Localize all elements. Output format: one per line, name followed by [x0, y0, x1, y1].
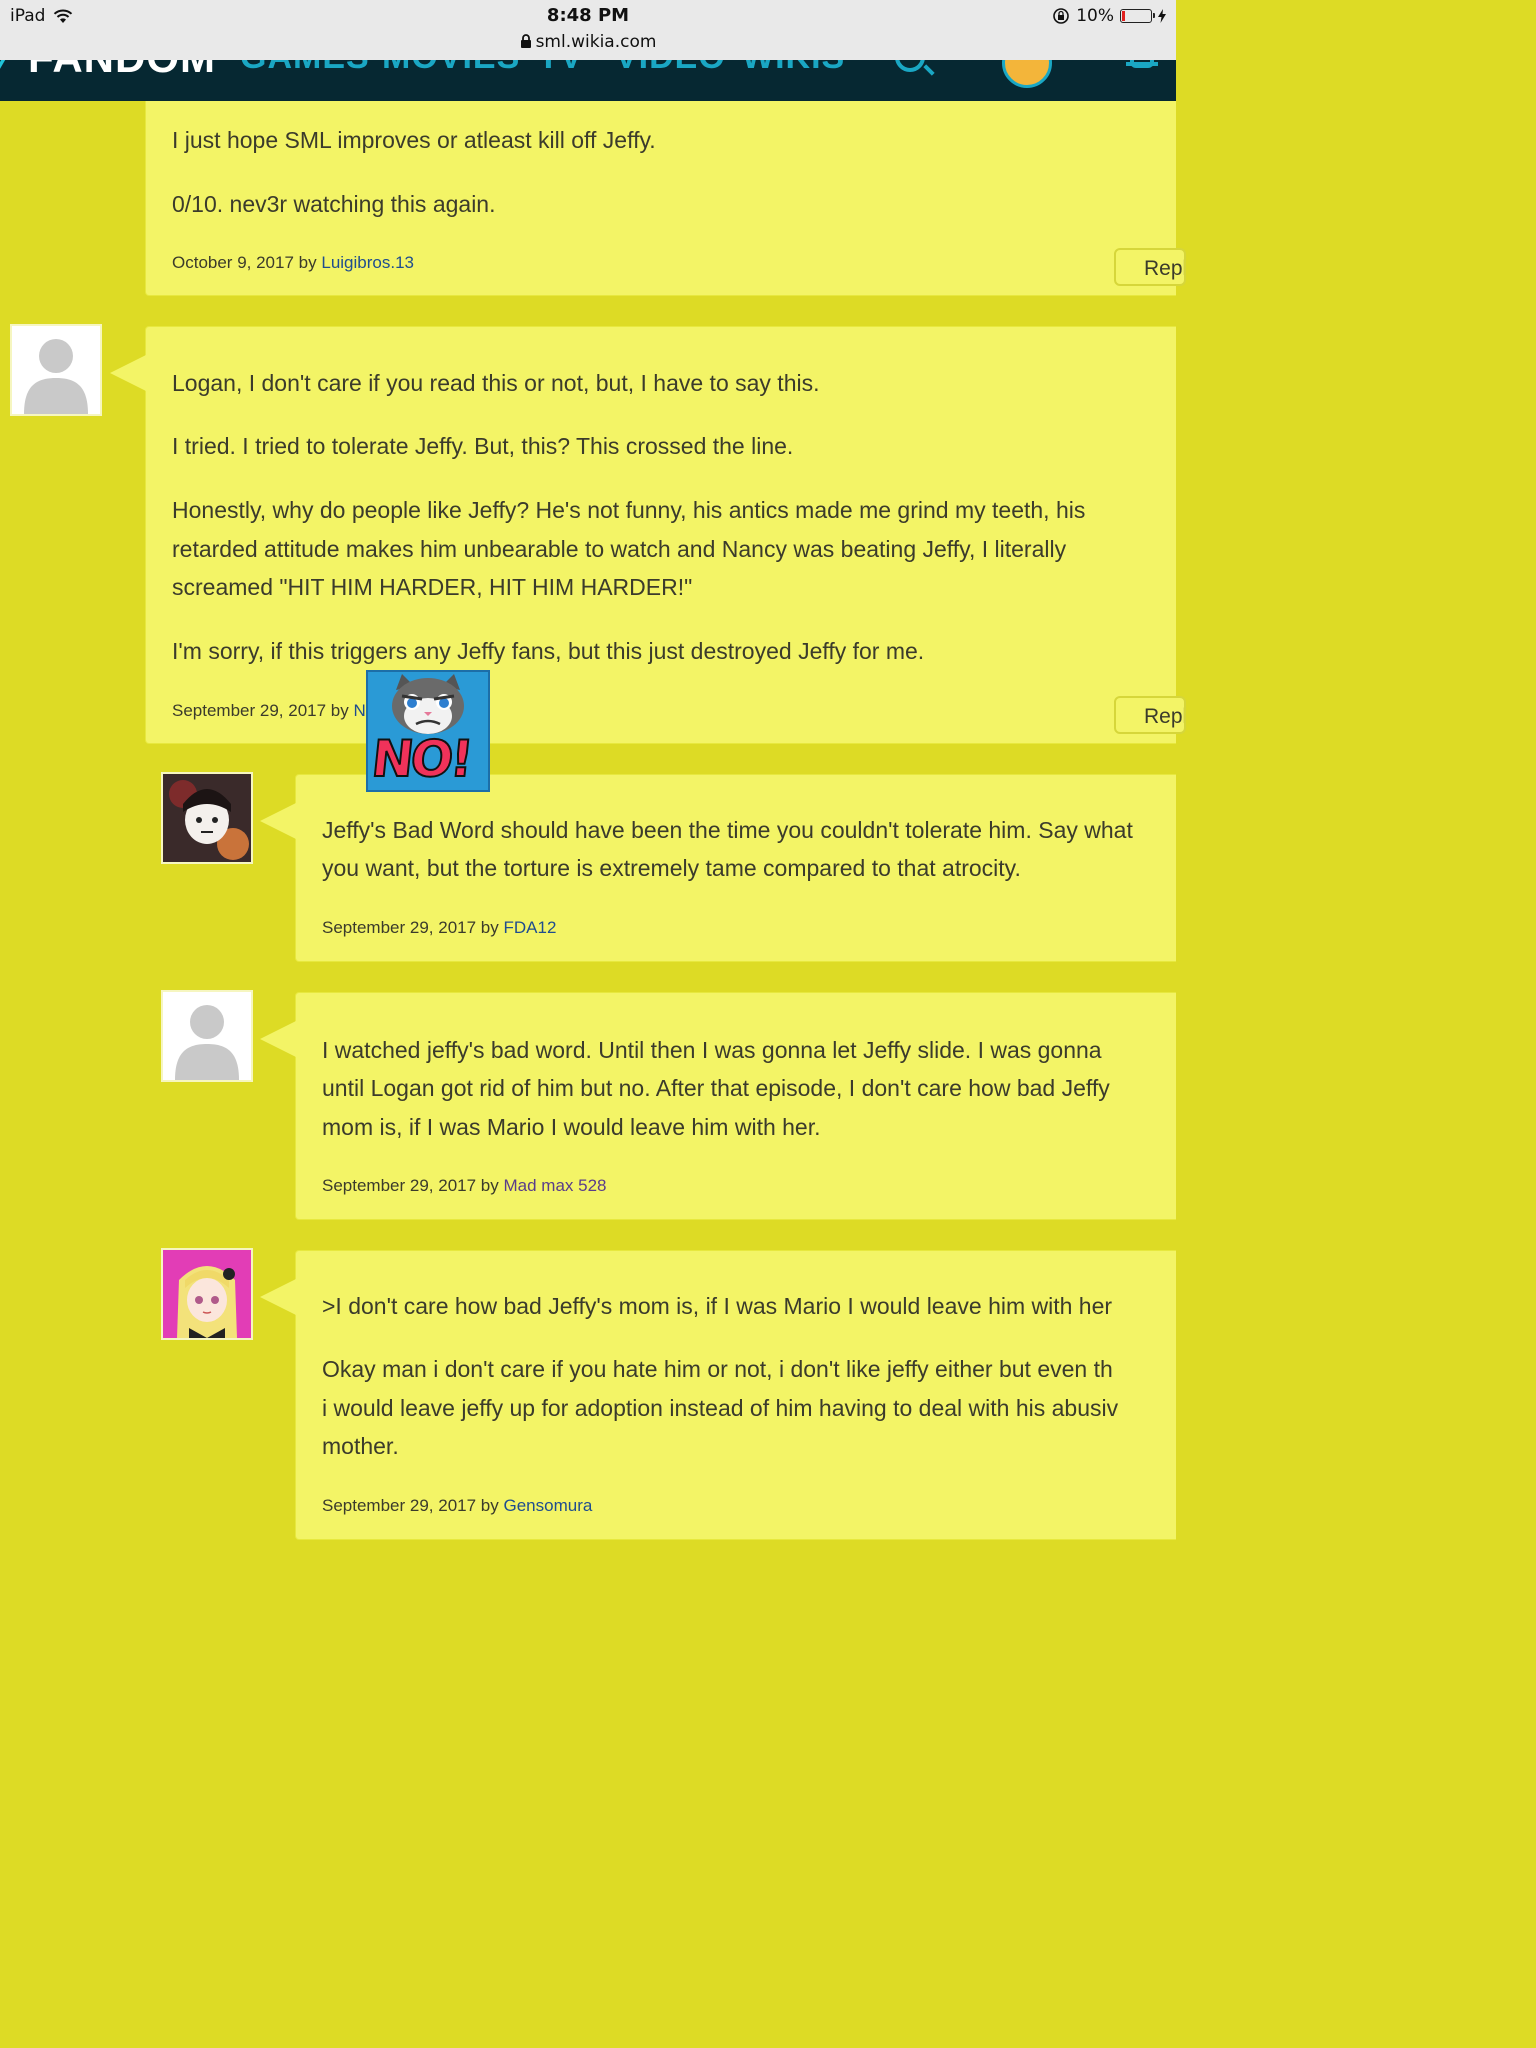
comment-date: October 9, 2017: [172, 253, 294, 272]
comment-paragraph: mom is, if I was Mario I would leave him…: [322, 1114, 821, 1140]
comment-paragraph: Honestly, why do people like Jeffy? He's…: [172, 497, 1086, 523]
speech-arrow: [260, 1021, 296, 1057]
comment-paragraph: >I don't care how bad Jeffy's mom is, if…: [322, 1293, 1113, 1319]
comment-paragraph: Logan, I don't care if you read this or …: [172, 370, 820, 396]
comment-paragraph: i would leave jeffy up for adoption inst…: [322, 1395, 1119, 1421]
default-avatar-icon: [163, 992, 251, 1080]
comment-date: September 29, 2017: [322, 1496, 477, 1515]
anime-avatar-icon: [163, 774, 251, 862]
comment-card: Logan, I don't care if you read this or …: [110, 326, 1186, 744]
comment-card: I just hope SML improves or atleast kill…: [145, 90, 1186, 296]
comment-card: I watched jeffy's bad word. Until then I…: [260, 992, 1176, 1220]
comment-paragraph: I just hope SML improves or atleast kill…: [172, 127, 656, 153]
fandom-logo[interactable]: FANDOM: [28, 60, 216, 82]
no-sticker-text: NO!: [368, 729, 474, 789]
avatar[interactable]: [161, 1248, 253, 1340]
user-avatar[interactable]: [1002, 60, 1052, 88]
fandom-logo-mark-icon: [0, 60, 25, 74]
comment-meta: September 29, 2017 by N: [172, 701, 366, 721]
nav-games[interactable]: GAMES: [240, 60, 370, 77]
comment-paragraph: retarded attitude makes him unbearable t…: [172, 536, 1067, 562]
by-label: by: [330, 701, 349, 720]
status-right: 10%: [1052, 6, 1166, 26]
comment-paragraph: I'm sorry, if this triggers any Jeffy fa…: [172, 638, 925, 664]
comment-card: Jeffy's Bad Word should have been the ti…: [260, 774, 1176, 962]
fandom-header: FANDOM GAMES MOVIES TV VIDEO WIKIS: [0, 60, 1176, 101]
comment-meta: September 29, 2017 by FDA12: [322, 918, 556, 938]
search-icon[interactable]: [895, 60, 925, 72]
speech-arrow: [260, 803, 296, 839]
anime-girl-avatar-icon: [163, 1250, 251, 1338]
comment-paragraph: until Logan got rid of him but no. After…: [322, 1075, 1110, 1101]
by-label: by: [480, 1176, 499, 1195]
speech-arrow: [260, 1279, 296, 1315]
by-label: by: [480, 918, 499, 937]
nav-tv[interactable]: TV: [538, 60, 583, 77]
comment-author-link[interactable]: Luigibros.13: [321, 253, 414, 272]
comment-paragraph: 0/10. nev3r watching this again.: [172, 191, 496, 217]
avatar[interactable]: [161, 772, 253, 864]
orientation-lock-icon: [1053, 8, 1070, 24]
by-label: by: [480, 1496, 499, 1515]
by-label: by: [298, 253, 317, 272]
battery-percent: 10%: [1076, 6, 1114, 26]
status-bar: iPad 8:48 PM sml.wikia.com 10%: [0, 0, 1176, 60]
status-time: 8:48 PM: [546, 5, 630, 26]
nav-video[interactable]: VIDEO: [615, 60, 726, 77]
avatar[interactable]: [10, 324, 102, 416]
reply-button[interactable]: Reply: [1114, 248, 1186, 286]
address-bar[interactable]: sml.wikia.com: [0, 32, 1176, 52]
comment-paragraph: screamed "HIT HIM HARDER, HIT HIM HARDER…: [172, 574, 693, 600]
comment-meta: September 29, 2017 by Gensomura: [322, 1496, 592, 1516]
nav-movies[interactable]: MOVIES: [382, 60, 520, 77]
url-text: sml.wikia.com: [535, 32, 657, 52]
comment-meta: October 9, 2017 by Luigibros.13: [172, 253, 414, 273]
comment-paragraph: Okay man i don't care if you hate him or…: [322, 1356, 1113, 1382]
charging-icon: [1158, 9, 1166, 23]
comment-paragraph: I tried. I tried to tolerate Jeffy. But,…: [172, 433, 794, 459]
speech-arrow: [110, 355, 146, 391]
comment-date: September 29, 2017: [322, 918, 477, 937]
comment-author-link[interactable]: FDA12: [504, 918, 557, 937]
comment-paragraph: Jeffy's Bad Word should have been the ti…: [322, 817, 1133, 843]
battery-icon: [1120, 9, 1155, 23]
comment-date: September 29, 2017: [322, 1176, 477, 1195]
comment-paragraph: you want, but the torture is extremely t…: [322, 855, 1021, 881]
comment-paragraph: I watched jeffy's bad word. Until then I…: [322, 1037, 1102, 1063]
notifications-bell-icon[interactable]: [1126, 60, 1158, 68]
comment-meta: September 29, 2017 by Mad max 528: [322, 1176, 607, 1196]
comment-author-link[interactable]: Mad max 528: [504, 1176, 607, 1195]
lock-icon: [520, 34, 531, 48]
comment-author-link[interactable]: N: [354, 701, 366, 720]
avatar[interactable]: [161, 990, 253, 1082]
default-avatar-icon: [12, 326, 100, 414]
comment-card: >I don't care how bad Jeffy's mom is, if…: [260, 1250, 1176, 1540]
reply-button[interactable]: Reply: [1114, 696, 1186, 734]
comment-date: September 29, 2017: [172, 701, 327, 720]
comment-author-link[interactable]: Gensomura: [504, 1496, 593, 1515]
nav-wikis[interactable]: WIKIS: [742, 60, 845, 77]
grumpy-cat-no-sticker: NO!: [366, 670, 490, 792]
comment-paragraph: mother.: [322, 1433, 399, 1459]
